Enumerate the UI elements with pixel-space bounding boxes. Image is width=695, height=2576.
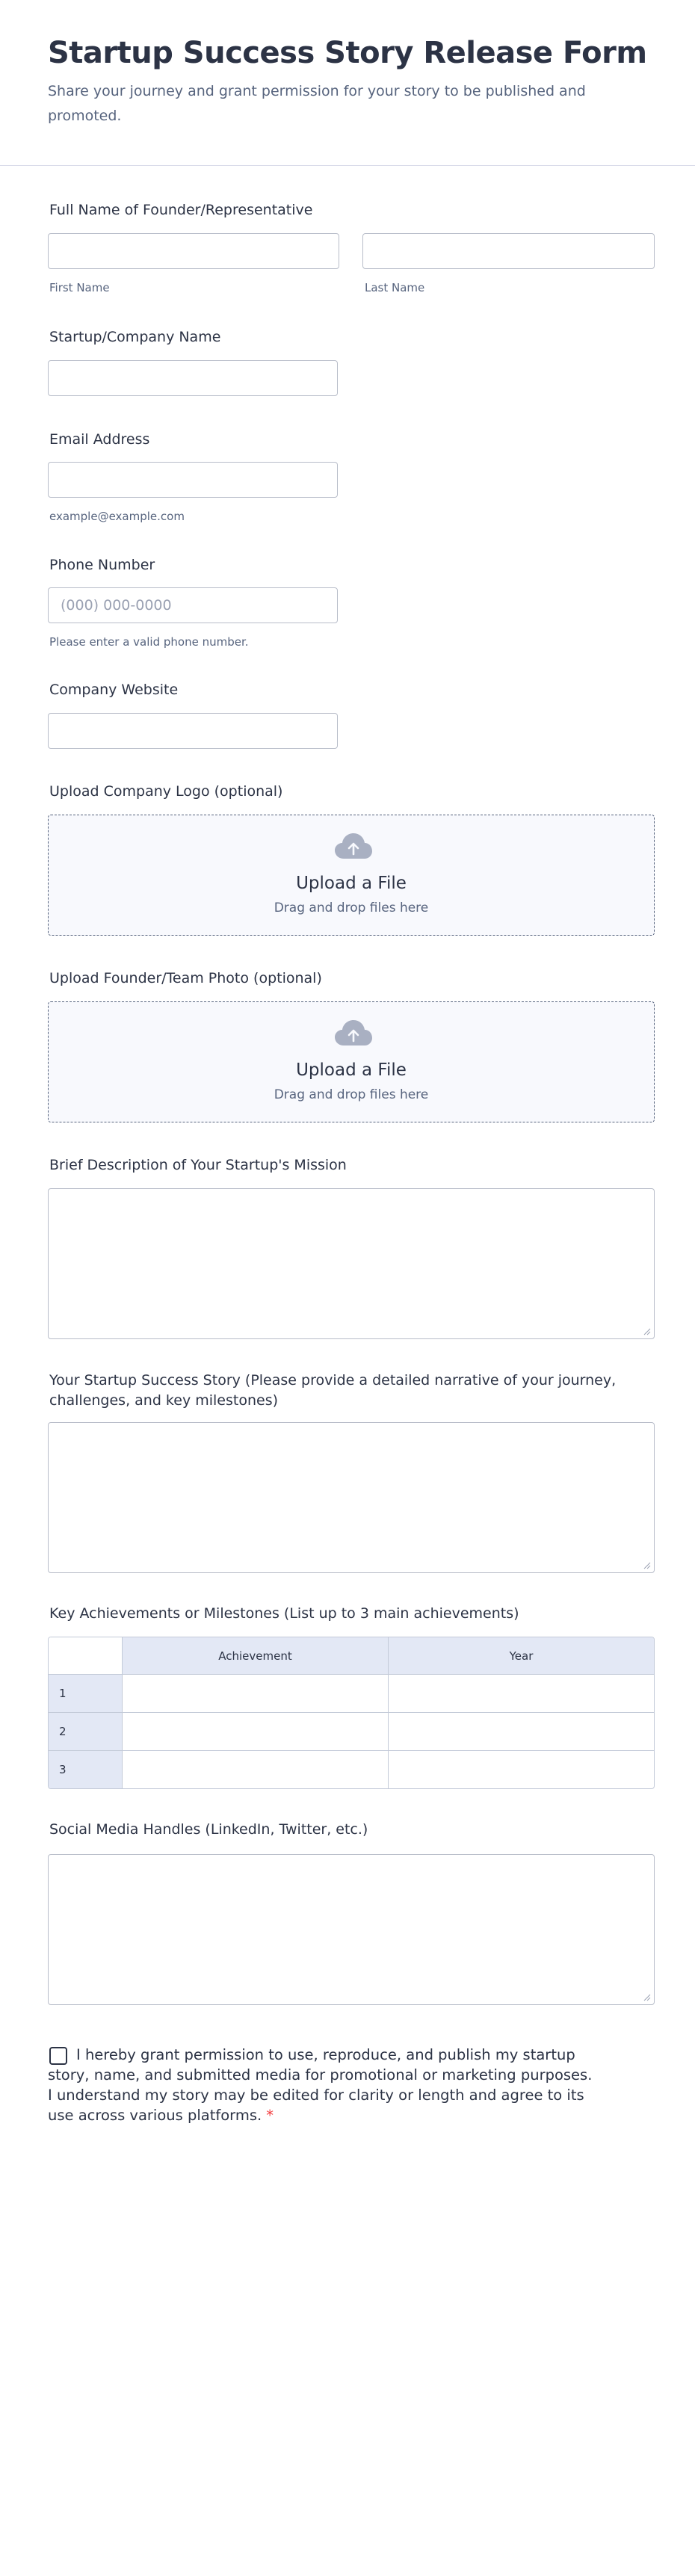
company-name-label: Startup/Company Name <box>49 329 221 345</box>
photo-upload-label: Upload Founder/Team Photo (optional) <box>49 970 322 986</box>
story-label: Your Startup Success Story (Please provi… <box>49 1372 617 1409</box>
website-label: Company Website <box>49 682 179 698</box>
mission-textarea[interactable] <box>48 1188 655 1339</box>
last-name-field[interactable] <box>362 233 655 269</box>
achievement-cell-2[interactable] <box>123 1713 389 1751</box>
email-input[interactable] <box>49 463 337 497</box>
achievement-cell-3[interactable] <box>123 1751 389 1788</box>
website-input[interactable] <box>49 714 337 748</box>
company-name-input[interactable] <box>49 361 337 395</box>
phone-input[interactable] <box>49 588 337 623</box>
row-header: 1 <box>49 1675 123 1713</box>
consent-label: I hereby grant permission to use, reprod… <box>48 2046 593 2124</box>
photo-upload-hint: Drag and drop files here <box>274 1087 429 1102</box>
column-header-year: Year <box>389 1637 654 1675</box>
social-label: Social Media Handles (LinkedIn, Twitter,… <box>49 1821 368 1838</box>
last-name-sublabel: Last Name <box>365 281 425 294</box>
phone-field[interactable] <box>48 587 338 623</box>
full-name-label: Full Name of Founder/Representative <box>49 202 313 218</box>
achievements-table: Achievement Year 1 2 3 <box>48 1637 655 1789</box>
email-field[interactable] <box>48 462 338 498</box>
email-label: Email Address <box>49 431 150 448</box>
form-title: Startup Success Story Release Form <box>48 36 647 70</box>
company-name-field[interactable] <box>48 360 338 396</box>
achievement-cell-1[interactable] <box>123 1675 389 1713</box>
resize-grip-icon[interactable] <box>643 1994 651 2001</box>
resize-grip-icon[interactable] <box>643 1562 651 1569</box>
achievements-label: Key Achievements or Milestones (List up … <box>49 1605 519 1622</box>
mission-label: Brief Description of Your Startup's Miss… <box>49 1157 347 1173</box>
year-cell-2[interactable] <box>389 1713 654 1751</box>
column-header-achievement: Achievement <box>123 1637 389 1675</box>
website-field[interactable] <box>48 713 338 749</box>
consent-text: I hereby grant permission to use, reprod… <box>48 2045 593 2125</box>
form-subtitle: Share your journey and grant permission … <box>48 83 586 124</box>
email-sublabel: example@example.com <box>49 510 185 523</box>
first-name-field[interactable] <box>48 233 339 269</box>
logo-upload-label: Upload Company Logo (optional) <box>49 783 283 800</box>
year-cell-3[interactable] <box>389 1751 654 1788</box>
last-name-input[interactable] <box>363 234 654 268</box>
year-cell-1[interactable] <box>389 1675 654 1713</box>
form-header: Startup Success Story Release Form Share… <box>0 0 695 166</box>
logo-upload-title: Upload a File <box>296 874 407 893</box>
photo-upload-dropzone[interactable]: Upload a File Drag and drop files here <box>48 1001 655 1122</box>
row-header: 3 <box>49 1751 123 1788</box>
social-textarea[interactable] <box>48 1854 655 2005</box>
phone-label: Phone Number <box>49 557 155 573</box>
phone-sublabel: Please enter a valid phone number. <box>49 635 249 649</box>
logo-upload-hint: Drag and drop files here <box>274 901 429 915</box>
resize-grip-icon[interactable] <box>643 1328 651 1335</box>
row-header: 2 <box>49 1713 123 1751</box>
required-asterisk: * <box>266 2107 274 2124</box>
first-name-sublabel: First Name <box>49 281 110 294</box>
photo-upload-title: Upload a File <box>296 1060 407 1080</box>
cloud-upload-icon <box>335 833 372 859</box>
table-corner <box>49 1637 123 1675</box>
story-textarea[interactable] <box>48 1422 655 1573</box>
logo-upload-dropzone[interactable]: Upload a File Drag and drop files here <box>48 815 655 936</box>
first-name-input[interactable] <box>49 234 339 268</box>
cloud-upload-icon <box>335 1020 372 1045</box>
